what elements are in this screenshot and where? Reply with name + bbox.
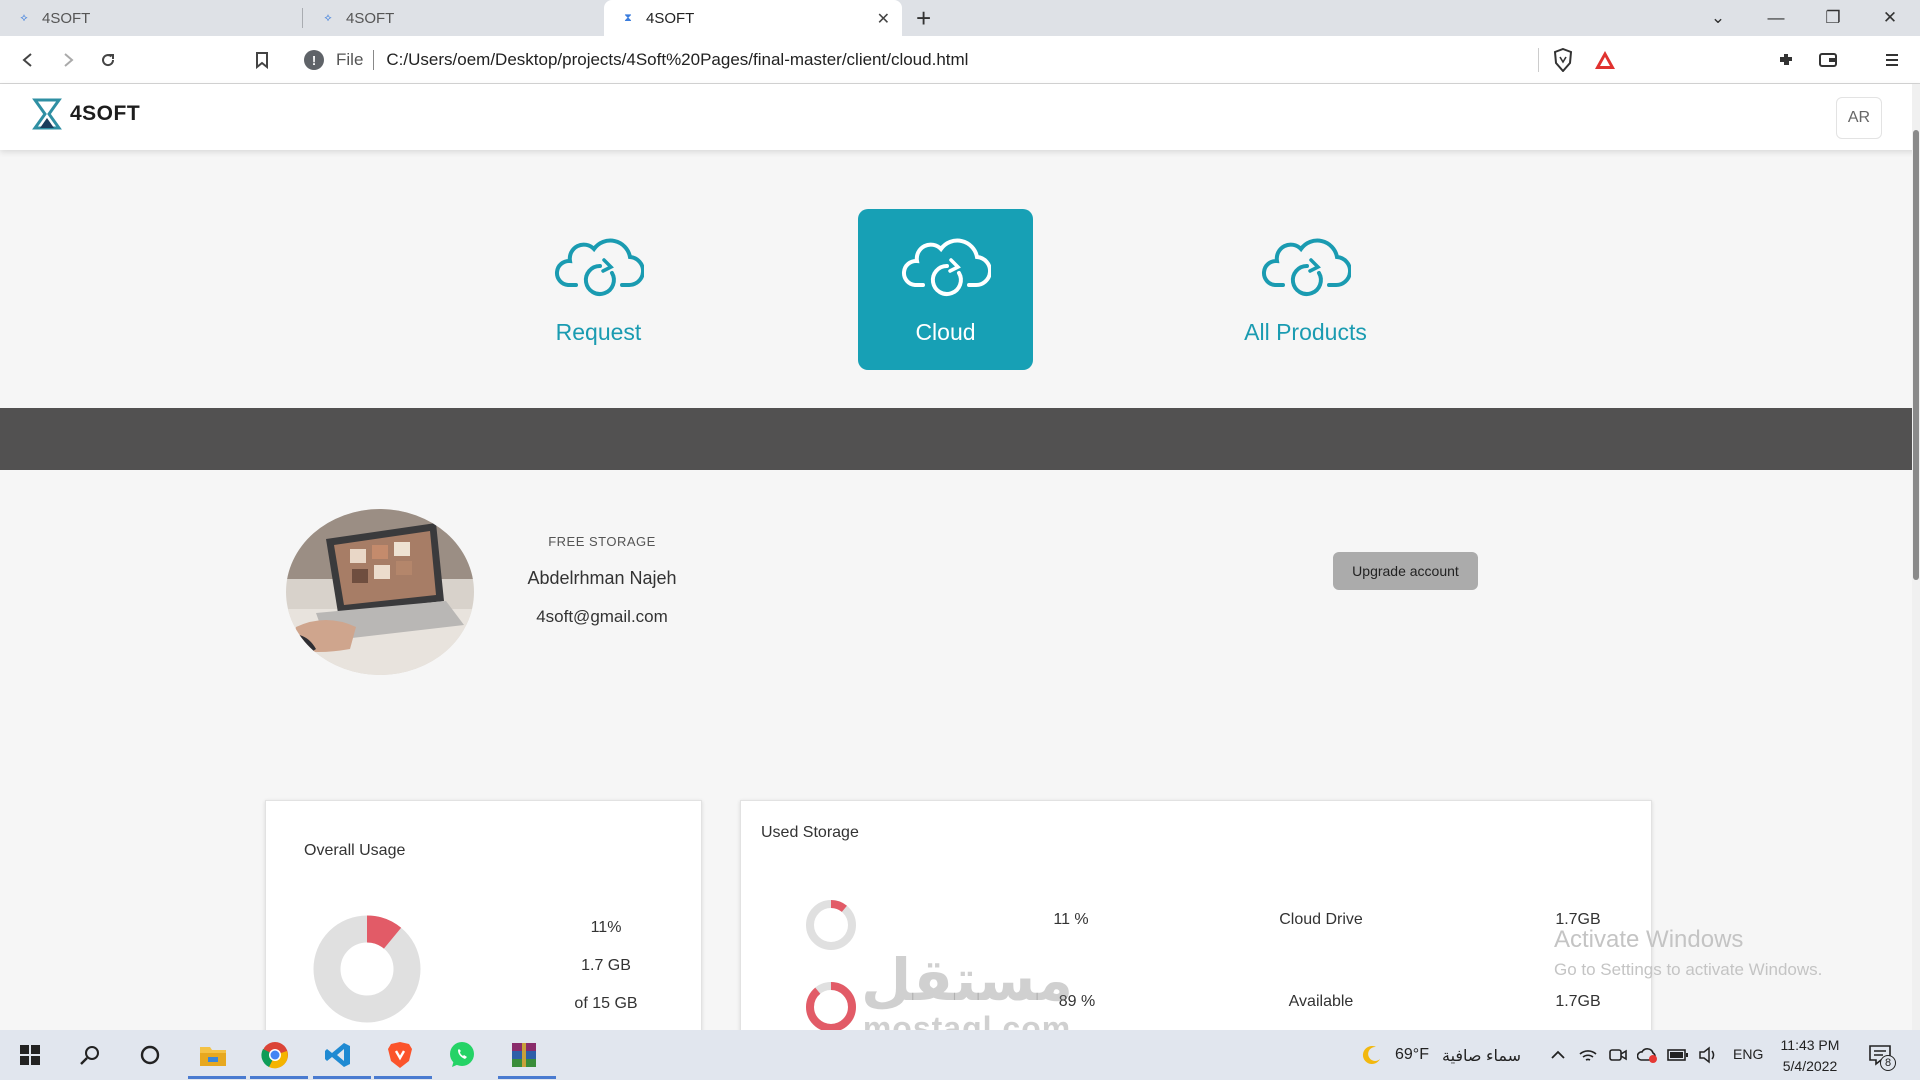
browser-tab[interactable]: ⟡ 4SOFT — [0, 0, 300, 36]
site-logo[interactable]: 4SOFT — [32, 98, 140, 130]
browser-tab-active[interactable]: ⧗ 4SOFT ✕ — [604, 0, 902, 36]
active-app-indicator — [188, 1076, 246, 1079]
watermark-logo: مستقل — [860, 948, 1074, 1013]
browser-toolbar: ! File C:/Users/oem/Desktop/projects/4So… — [0, 36, 1920, 84]
cloud-sync-icon — [554, 238, 644, 296]
weather-temperature[interactable]: 69°F — [1395, 1046, 1429, 1064]
service-label: All Products — [1244, 319, 1367, 345]
close-window-icon[interactable]: ✕ — [1862, 0, 1918, 36]
system-clock[interactable]: 11:43 PM 5/4/2022 — [1772, 1035, 1848, 1077]
winrar-icon[interactable] — [506, 1038, 542, 1072]
active-app-indicator — [498, 1076, 556, 1079]
bookmark-icon[interactable] — [248, 46, 276, 74]
weather-description[interactable]: سماء صافية — [1442, 1046, 1521, 1066]
upgrade-account-button[interactable]: Upgrade account — [1333, 552, 1478, 590]
site-favicon-icon: ⟡ — [20, 11, 28, 24]
wallet-icon[interactable] — [1814, 46, 1842, 74]
tab-title: 4SOFT — [42, 9, 91, 27]
search-icon[interactable] — [72, 1038, 108, 1072]
site-header: 4SOFT AR — [0, 84, 1920, 150]
toolbar-divider — [1538, 48, 1539, 72]
clock-time: 11:43 PM — [1780, 1037, 1840, 1053]
card-title: Overall Usage — [304, 842, 406, 859]
url-text[interactable]: C:/Users/oem/Desktop/projects/4Soft%20Pa… — [386, 50, 968, 70]
service-label: Cloud — [915, 319, 976, 345]
windows-start-icon[interactable] — [12, 1038, 48, 1072]
windows-taskbar: 69°F سماء صافية ENG 8 — [0, 1030, 1920, 1080]
cloud-drive-label: Cloud Drive — [1279, 911, 1363, 928]
input-language[interactable]: ENG — [1733, 1046, 1763, 1062]
logo-text: 4SOFT — [70, 102, 141, 125]
tab-title: 4SOFT — [346, 9, 395, 27]
profile-avatar — [286, 509, 474, 675]
url-protocol: File — [336, 50, 364, 69]
hourglass-logo-icon — [32, 98, 62, 130]
address-bar[interactable]: ! File C:/Users/oem/Desktop/projects/4So… — [294, 42, 1630, 78]
section-divider-band — [0, 408, 1920, 470]
chrome-icon[interactable] — [257, 1038, 293, 1072]
cloud-drive-percent: 11 % — [1053, 911, 1089, 928]
whatsapp-icon[interactable] — [444, 1038, 480, 1072]
brave-rewards-icon[interactable] — [1594, 50, 1616, 70]
service-label: Request — [555, 319, 642, 345]
available-size: 1.7GB — [1555, 993, 1601, 1010]
activate-windows-title: Activate Windows — [1554, 926, 1744, 953]
extensions-icon[interactable] — [1772, 46, 1800, 74]
active-app-indicator — [250, 1076, 308, 1079]
scrollbar-thumb[interactable] — [1913, 130, 1919, 580]
file-explorer-icon[interactable] — [195, 1038, 231, 1072]
clock-date: 5/4/2022 — [1782, 1058, 1838, 1074]
active-app-indicator — [313, 1076, 371, 1079]
cloud-sync-icon — [1261, 238, 1351, 296]
minimize-window-icon[interactable]: — — [1748, 0, 1804, 36]
tab-search-chevron-icon[interactable]: ⌄ — [1690, 0, 1746, 36]
brave-shield-icon[interactable] — [1552, 48, 1574, 72]
cloud-drive-donut — [806, 900, 856, 950]
available-label: Available — [1288, 993, 1354, 1010]
site-favicon-icon: ⟡ — [324, 11, 332, 24]
user-name: Abdelrhman Najeh — [527, 568, 677, 588]
moon-weather-icon[interactable] — [1354, 1038, 1390, 1072]
tab-close-icon[interactable]: ✕ — [877, 9, 890, 29]
new-tab-button[interactable]: + — [916, 4, 931, 32]
browser-tab[interactable]: ⟡ 4SOFT — [304, 0, 604, 36]
card-title: Used Storage — [761, 824, 859, 841]
volume-icon[interactable] — [1690, 1038, 1726, 1072]
service-cloud[interactable]: Cloud — [858, 209, 1033, 370]
overall-usage-donut — [313, 915, 421, 1023]
cortana-icon[interactable] — [132, 1038, 168, 1072]
forward-icon[interactable] — [54, 46, 82, 74]
active-app-indicator — [374, 1076, 432, 1079]
activate-windows-subtitle: Go to Settings to activate Windows. — [1554, 960, 1823, 979]
vscode-icon[interactable] — [320, 1038, 356, 1072]
usage-total: of 15 GB — [574, 995, 638, 1012]
user-email: 4soft@gmail.com — [536, 607, 668, 626]
back-icon[interactable] — [14, 46, 42, 74]
site-info-icon[interactable]: ! — [304, 50, 324, 70]
tab-title: 4SOFT — [646, 9, 695, 27]
brave-icon[interactable] — [382, 1038, 418, 1072]
browser-tab-strip: ⟡ 4SOFT ⟡ 4SOFT ⧗ 4SOFT ✕ + ⌄ — ❐ ✕ — [0, 0, 1920, 36]
language-toggle-button[interactable]: AR — [1836, 97, 1882, 139]
site-favicon-icon: ⧗ — [624, 11, 632, 24]
restore-window-icon[interactable]: ❐ — [1805, 0, 1861, 36]
usage-percent: 11% — [590, 919, 622, 936]
menu-icon[interactable] — [1878, 46, 1906, 74]
reload-icon[interactable] — [94, 46, 122, 74]
notification-count-badge: 8 — [1880, 1055, 1896, 1071]
overall-usage-card: Overall Usage 11% 1.7 GB of 15 GB — [265, 800, 702, 1040]
tab-divider — [302, 8, 303, 28]
service-request[interactable]: Request — [511, 209, 686, 370]
usage-used: 1.7 GB — [581, 957, 631, 974]
cloud-sync-icon — [901, 238, 991, 296]
url-divider — [373, 50, 375, 70]
service-all-products[interactable]: All Products — [1218, 209, 1393, 370]
storage-plan-label: FREE STORAGE — [548, 534, 656, 549]
